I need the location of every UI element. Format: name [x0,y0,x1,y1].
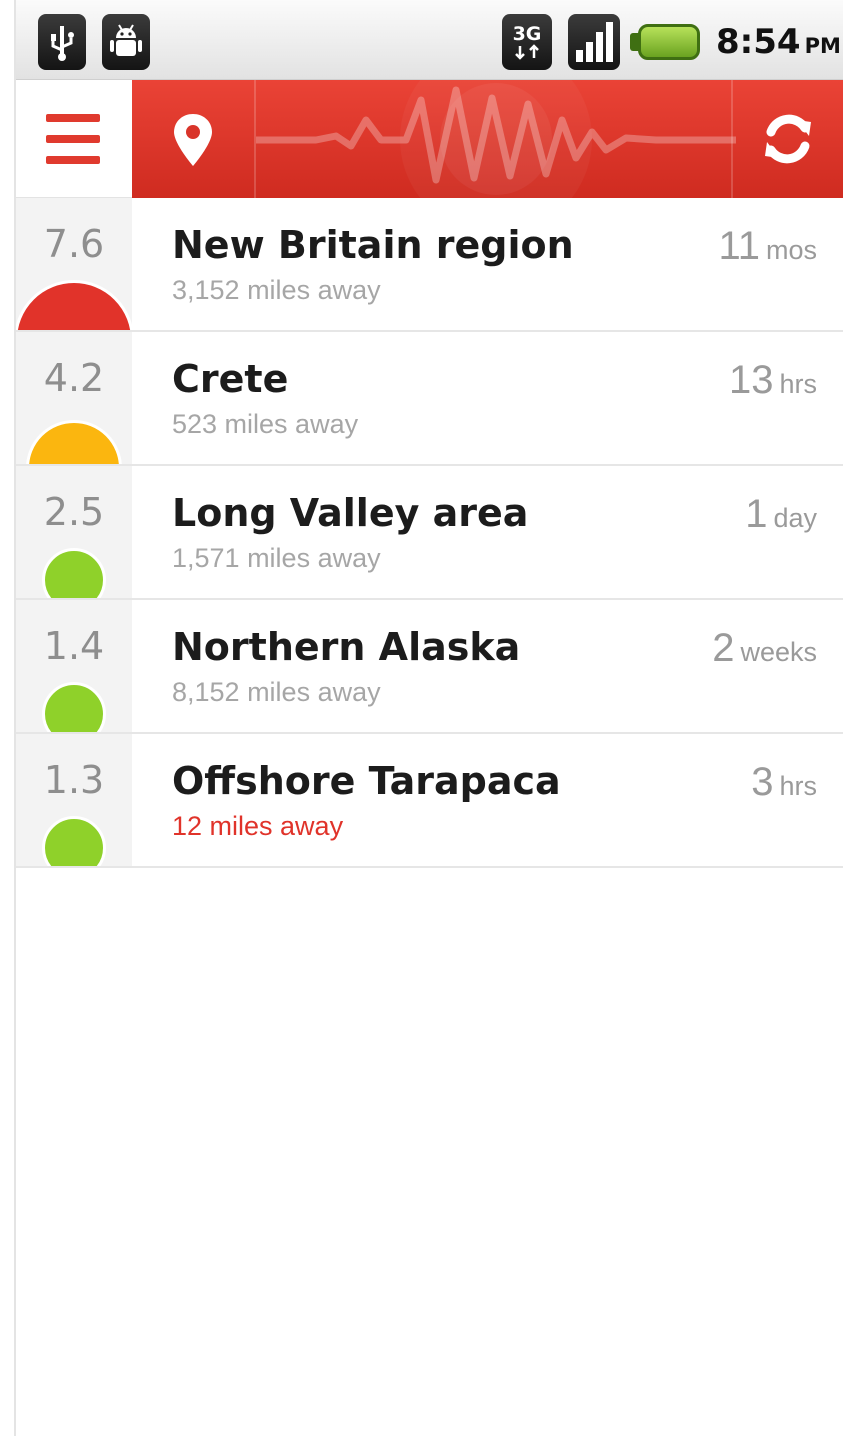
location-button[interactable] [132,80,254,198]
magnitude-indicator [42,682,106,732]
network-type-label: 3G [512,23,542,45]
time-ago-number: 13 [728,358,774,402]
action-bar-header [132,80,843,198]
quake-row[interactable]: 7.6 New Britain region 3,152 miles away … [16,198,843,332]
quake-location: Offshore Tarapaca [172,759,561,803]
quake-row[interactable]: 1.4 Northern Alaska 8,152 miles away 2 we… [16,600,843,734]
quake-location: Long Valley area [172,491,529,535]
usb-icon [38,14,86,70]
magnitude-indicator [42,816,106,866]
quake-distance: 3,152 miles away [172,275,381,305]
clock: 8:54 PM [716,22,841,62]
earthquake-list: 7.6 New Britain region 3,152 miles away … [16,198,843,868]
magnitude-indicator [26,420,122,464]
magnitude-value: 7.6 [43,222,105,266]
clock-ampm: PM [804,34,841,58]
time-ago-unit: day [773,503,817,533]
quake-distance: 523 miles away [172,409,359,439]
magnitude-value: 4.2 [43,356,105,400]
android-debug-icon [102,14,150,70]
time-ago-number: 3 [751,760,774,804]
screen-margin [0,0,14,1436]
quake-row[interactable]: 4.2 Crete 523 miles away 13 hrs [16,332,843,466]
network-3g-icon: 3G [502,14,552,70]
quake-location: Northern Alaska [172,625,521,669]
quake-time-ago: 11 mos [718,224,817,277]
time-ago-number: 2 [712,626,735,670]
time-ago-unit: hrs [779,369,817,399]
quake-location: New Britain region [172,223,574,267]
time-ago-unit: weeks [740,637,817,667]
quake-row[interactable]: 1.3 Offshore Tarapaca 12 miles away 3 hrs [16,734,843,868]
quake-row[interactable]: 2.5 Long Valley area 1,571 miles away 1d… [16,466,843,600]
magnitude-value: 1.3 [43,758,105,802]
quake-time-ago: 13 hrs [729,358,817,411]
location-pin-icon [174,114,212,166]
seismograph-wave-icon [256,80,736,198]
action-bar [16,80,843,198]
time-ago-number: 1 [745,492,768,536]
magnitude-indicator [16,280,132,330]
time-ago-number: 11 [718,224,760,268]
quake-distance: 8,152 miles away [172,677,381,707]
magnitude-column: 1.4 [16,600,132,732]
refresh-button[interactable] [733,80,843,198]
battery-icon [638,24,700,60]
magnitude-column: 2.5 [16,466,132,598]
quake-time-ago: 1 day [745,492,817,545]
quake-distance: 1,571 miles away [172,543,381,573]
magnitude-column: 4.2 [16,332,132,464]
time-ago-unit: hrs [779,771,817,801]
clock-time: 8:54 [716,22,801,62]
signal-icon [568,14,620,70]
quake-location: Crete [172,357,289,401]
quake-time-ago: 3 hrs [751,760,817,813]
time-ago-unit: mos [765,235,817,265]
status-bar: 3G 8:54 PM [16,0,843,80]
app-screen: 3G 8:54 PM 7.6 New Britain region 3,152 … [0,0,843,1436]
refresh-icon [765,114,811,164]
magnitude-indicator [42,548,106,598]
quake-distance: 12 miles away [172,811,344,841]
action-bar-divider [254,80,256,198]
menu-button[interactable] [16,80,132,198]
quake-time-ago: 2 weeks [712,626,817,679]
magnitude-column: 7.6 [16,198,132,330]
magnitude-value: 2.5 [43,490,105,534]
magnitude-value: 1.4 [43,624,105,668]
magnitude-column: 1.3 [16,734,132,866]
